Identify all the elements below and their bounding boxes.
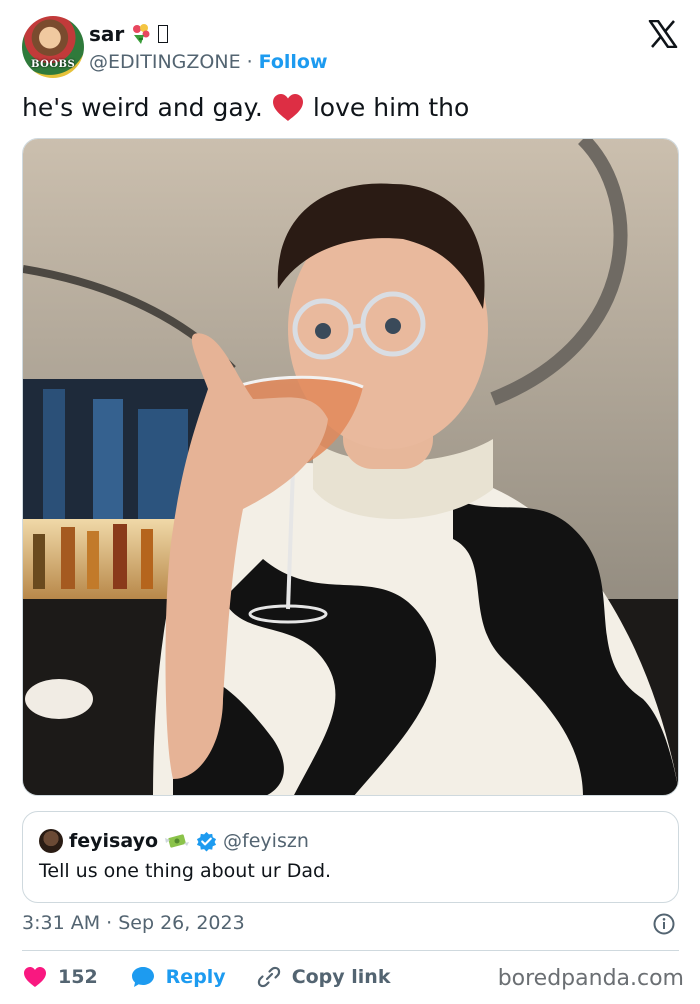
verified-badge-icon: [197, 831, 217, 852]
heart-icon: [24, 967, 46, 987]
x-logo-icon[interactable]: [648, 20, 678, 48]
copy-link-label: Copy link: [291, 966, 391, 988]
quoted-author-avatar[interactable]: [39, 829, 63, 853]
quoted-tweet-header: feyisayo @feyiszn: [39, 828, 309, 854]
quoted-tweet-text: Tell us one thing about ur Dad.: [39, 860, 332, 882]
source-watermark: boredpanda.com: [497, 966, 684, 991]
quoted-tweet[interactable]: feyisayo @feyiszn Tell us one thing abou…: [22, 811, 679, 903]
copy-link-button[interactable]: Copy link: [256, 965, 391, 989]
reply-label: Reply: [165, 966, 226, 988]
tweet-header: BOOBS sar @EDITINGZONE · Follow: [22, 16, 682, 78]
action-divider: [22, 950, 679, 951]
unknown-glyph-icon: [158, 25, 169, 43]
bouquet-emoji-icon: [133, 24, 150, 44]
tweet-text: he's weird and gay. love him tho: [22, 92, 469, 122]
money-with-wings-emoji-icon: [165, 834, 190, 848]
action-bar: 152 Reply Copy link: [22, 962, 390, 992]
quoted-author-display-name[interactable]: feyisayo: [69, 830, 158, 852]
reply-button[interactable]: Reply: [130, 965, 226, 989]
photo-man-drinking-cocktail: [23, 139, 678, 795]
author-display-name[interactable]: sar: [89, 22, 124, 46]
author-avatar[interactable]: BOOBS: [22, 16, 84, 78]
tweet-text-end: love him tho: [312, 92, 470, 122]
author-handle-row: @EDITINGZONE · Follow: [89, 50, 328, 74]
author-handle[interactable]: @EDITINGZONE: [89, 51, 241, 73]
follow-button[interactable]: Follow: [259, 51, 328, 73]
red-heart-emoji-icon: [272, 94, 303, 121]
separator-dot: ·: [246, 51, 253, 73]
info-icon[interactable]: [653, 913, 675, 935]
avatar-caption: BOOBS: [31, 59, 76, 70]
like-button[interactable]: 152: [22, 965, 98, 989]
quoted-author-handle[interactable]: @feyiszn: [223, 830, 309, 852]
link-icon: [257, 966, 280, 988]
like-count: 152: [58, 966, 98, 988]
reply-bubble-icon: [131, 967, 154, 987]
author-name-row: sar: [89, 21, 169, 47]
tweet-photo[interactable]: [22, 138, 679, 796]
tweet-text-start: he's weird and gay.: [22, 92, 263, 122]
tweet-timestamp[interactable]: 3:31 AM · Sep 26, 2023: [22, 912, 245, 934]
